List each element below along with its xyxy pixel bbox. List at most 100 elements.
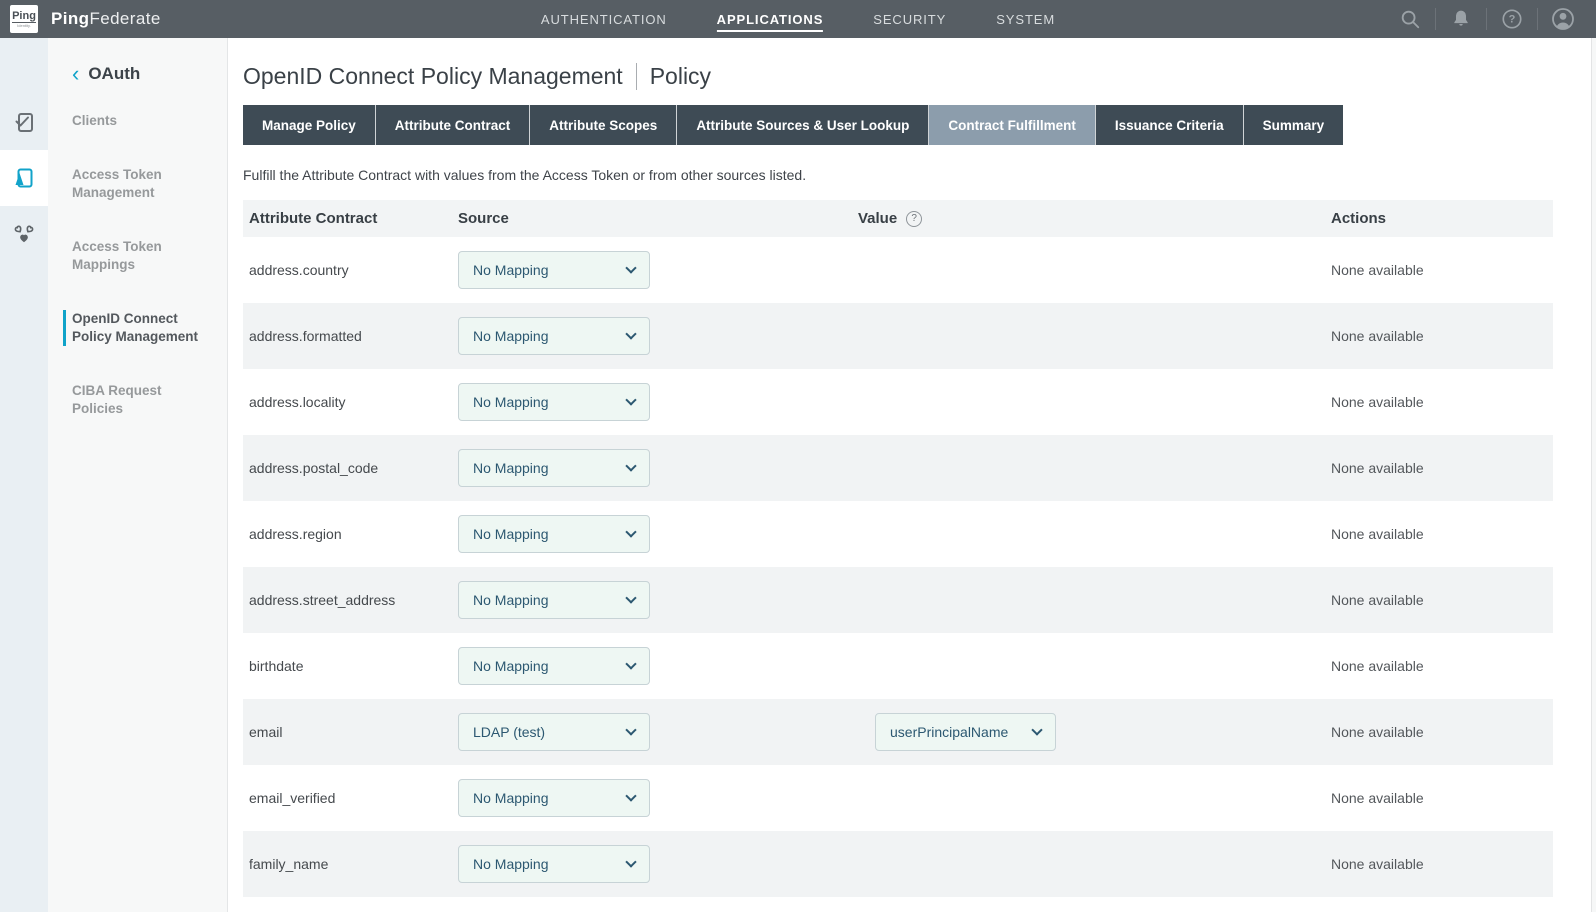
header-attribute-contract: Attribute Contract bbox=[243, 210, 458, 227]
page-scrollbar[interactable] bbox=[1591, 38, 1596, 912]
header-actions: Actions bbox=[1305, 210, 1553, 227]
tab-contract-fulfillment[interactable]: Contract Fulfillment bbox=[929, 105, 1096, 145]
chevron-down-icon bbox=[625, 394, 636, 405]
chevron-down-icon bbox=[625, 856, 636, 867]
attribute-name: family_name bbox=[249, 856, 328, 872]
top-navigation: AUTHENTICATION APPLICATIONS SECURITY SYS… bbox=[541, 0, 1055, 38]
actions-text: None available bbox=[1331, 724, 1424, 740]
actions-text: None available bbox=[1331, 592, 1424, 608]
source-select[interactable]: No Mapping bbox=[458, 515, 650, 553]
source-select[interactable]: LDAP (test) bbox=[458, 713, 650, 751]
table-row: email_verified No Mapping None available bbox=[243, 765, 1553, 831]
tab-attribute-contract[interactable]: Attribute Contract bbox=[376, 105, 531, 145]
sidebar-item-openid-connect-policy-management[interactable]: OpenID Connect Policy Management bbox=[63, 310, 213, 346]
actions-cell: None available bbox=[1305, 460, 1553, 476]
source-select[interactable]: No Mapping bbox=[458, 779, 650, 817]
source-select[interactable]: No Mapping bbox=[458, 449, 650, 487]
sidebar-item-ciba-request-policies[interactable]: CIBA Request Policies bbox=[72, 382, 213, 418]
source-select-label: No Mapping bbox=[473, 856, 549, 872]
sidebar: ‹ OAuth Clients Access Token Management … bbox=[48, 38, 228, 912]
table-row: email LDAP (test) userPrincipalName None… bbox=[243, 699, 1553, 765]
nav-system[interactable]: SYSTEM bbox=[996, 0, 1055, 38]
source-select[interactable]: No Mapping bbox=[458, 647, 650, 685]
chevron-down-icon bbox=[625, 658, 636, 669]
source-select-label: No Mapping bbox=[473, 328, 549, 344]
source-cell: LDAP (test) bbox=[458, 713, 858, 751]
value-help-icon[interactable]: ? bbox=[906, 211, 922, 227]
actions-text: None available bbox=[1331, 394, 1424, 410]
notifications-bell-icon[interactable] bbox=[1436, 9, 1486, 29]
source-select[interactable]: No Mapping bbox=[458, 383, 650, 421]
actions-cell: None available bbox=[1305, 328, 1553, 344]
actions-cell: None available bbox=[1305, 790, 1553, 806]
bookmark-flag-icon[interactable] bbox=[0, 150, 48, 206]
title-divider bbox=[636, 63, 637, 90]
help-icon[interactable]: ? bbox=[1487, 8, 1537, 30]
page-description: Fulfill the Attribute Contract with valu… bbox=[243, 167, 1596, 183]
actions-text: None available bbox=[1331, 460, 1424, 476]
page-subtitle: Policy bbox=[650, 63, 711, 90]
source-select[interactable]: No Mapping bbox=[458, 317, 650, 355]
table-header: Attribute Contract Source Value ? Action… bbox=[243, 200, 1553, 237]
attribute-cell: address.locality bbox=[243, 394, 458, 410]
nav-authentication[interactable]: AUTHENTICATION bbox=[541, 0, 667, 38]
icon-rail bbox=[0, 38, 48, 912]
hearts-paw-icon[interactable] bbox=[0, 206, 48, 262]
attribute-name: address.postal_code bbox=[249, 460, 378, 476]
page-title-row: OpenID Connect Policy Management Policy bbox=[243, 63, 1596, 90]
source-select[interactable]: No Mapping bbox=[458, 581, 650, 619]
chevron-down-icon bbox=[625, 592, 636, 603]
table-row: address.region No Mapping None available bbox=[243, 501, 1553, 567]
product-name: PingFederate bbox=[51, 9, 161, 29]
source-select[interactable]: No Mapping bbox=[458, 845, 650, 883]
sidebar-back-oauth[interactable]: ‹ OAuth bbox=[72, 64, 213, 84]
chevron-down-icon bbox=[625, 526, 636, 537]
source-select[interactable]: No Mapping bbox=[458, 251, 650, 289]
sidebar-item-access-token-mappings[interactable]: Access Token Mappings bbox=[72, 238, 213, 274]
actions-cell: None available bbox=[1305, 592, 1553, 608]
chevron-down-icon bbox=[625, 724, 636, 735]
attribute-name: address.locality bbox=[249, 394, 346, 410]
value-select[interactable]: userPrincipalName bbox=[875, 713, 1056, 751]
nav-security[interactable]: SECURITY bbox=[873, 0, 946, 38]
nav-applications[interactable]: APPLICATIONS bbox=[717, 0, 824, 38]
chevron-left-icon: ‹ bbox=[72, 66, 79, 82]
table-row: address.formatted No Mapping None availa… bbox=[243, 303, 1553, 369]
source-select-label: No Mapping bbox=[473, 658, 549, 674]
clipboard-check-icon[interactable] bbox=[0, 94, 48, 150]
actions-text: None available bbox=[1331, 790, 1424, 806]
sidebar-item-access-token-management[interactable]: Access Token Management bbox=[72, 166, 213, 202]
tab-manage-policy[interactable]: Manage Policy bbox=[243, 105, 376, 145]
table-body: address.country No Mapping None availabl… bbox=[243, 237, 1553, 897]
source-cell: No Mapping bbox=[458, 647, 858, 685]
attribute-cell: email bbox=[243, 724, 458, 740]
sidebar-item-clients[interactable]: Clients bbox=[72, 112, 213, 130]
source-select-label: LDAP (test) bbox=[473, 724, 545, 740]
source-cell: No Mapping bbox=[458, 251, 858, 289]
tab-attribute-scopes[interactable]: Attribute Scopes bbox=[530, 105, 677, 145]
search-icon[interactable] bbox=[1385, 8, 1435, 30]
tab-summary[interactable]: Summary bbox=[1244, 105, 1344, 145]
product-name-bold: Ping bbox=[51, 9, 89, 28]
source-select-label: No Mapping bbox=[473, 790, 549, 806]
svg-text:?: ? bbox=[1509, 14, 1516, 26]
source-cell: No Mapping bbox=[458, 449, 858, 487]
chevron-down-icon bbox=[625, 460, 636, 471]
actions-cell: None available bbox=[1305, 394, 1553, 410]
ping-logo[interactable]: Ping Identity. bbox=[10, 5, 38, 33]
value-select-label: userPrincipalName bbox=[890, 724, 1008, 740]
actions-cell: None available bbox=[1305, 526, 1553, 542]
chevron-down-icon bbox=[625, 790, 636, 801]
main-content: OpenID Connect Policy Management Policy … bbox=[228, 38, 1596, 912]
tab-issuance-criteria[interactable]: Issuance Criteria bbox=[1096, 105, 1244, 145]
attribute-name: address.country bbox=[249, 262, 349, 278]
table-row: address.postal_code No Mapping None avai… bbox=[243, 435, 1553, 501]
chevron-down-icon bbox=[625, 262, 636, 273]
attribute-name: address.region bbox=[249, 526, 342, 542]
tab-attribute-sources-user-lookup[interactable]: Attribute Sources & User Lookup bbox=[677, 105, 929, 145]
attribute-cell: address.region bbox=[243, 526, 458, 542]
account-avatar-icon[interactable] bbox=[1538, 7, 1588, 31]
attribute-cell: address.postal_code bbox=[243, 460, 458, 476]
actions-cell: None available bbox=[1305, 262, 1553, 278]
chevron-down-icon bbox=[1031, 724, 1042, 735]
